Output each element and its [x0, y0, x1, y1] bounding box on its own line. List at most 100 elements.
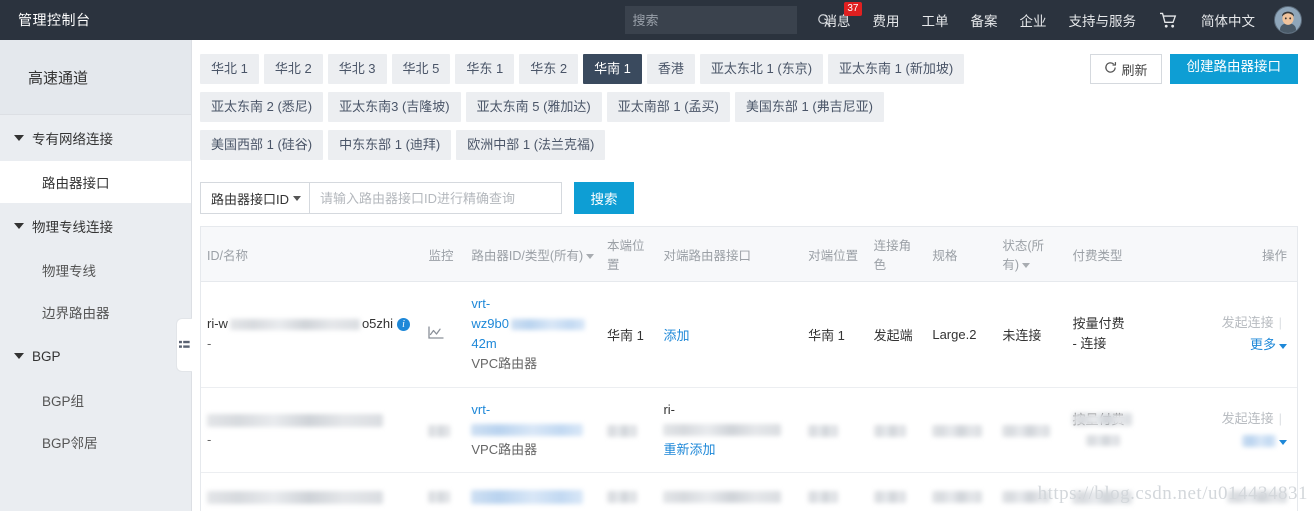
chevron-down-icon — [293, 195, 301, 201]
more-actions-link[interactable]: 更多 — [1250, 337, 1276, 352]
region-tab-line-3: 美国西部 1 (硅谷) 中东东部 1 (迪拜) 欧洲中部 1 (法兰克福) — [200, 130, 1080, 168]
router-type: VPC路由器 — [471, 356, 538, 372]
global-search-input[interactable] — [624, 7, 817, 33]
main-content: 华北 1 华北 2 华北 3 华北 5 华东 1 华东 2 华南 1 香港 亚太… — [192, 40, 1314, 511]
line-chart-icon[interactable] — [428, 326, 445, 343]
sidebar-item-physical-line[interactable]: 物理专线 — [0, 249, 191, 291]
router-id-line1[interactable]: vrt- — [471, 400, 595, 420]
region-tab-us-west-1[interactable]: 美国西部 1 (硅谷) — [200, 130, 324, 160]
redacted-id-mask — [207, 413, 383, 427]
cell-local-location — [600, 472, 658, 511]
router-id-suffix[interactable]: 42m — [471, 336, 496, 351]
cell-local-location — [600, 387, 658, 473]
sidebar-group-vpc-connection[interactable]: 专有网络连接 — [0, 115, 191, 161]
router-id-stack: vrt- VPC路由器 — [471, 400, 595, 460]
refresh-button[interactable]: 刷新 — [1090, 54, 1162, 84]
nav-item-messages[interactable]: 消息 37 — [813, 0, 862, 40]
col-router-id-type[interactable]: 路由器ID/类型(所有) — [465, 227, 601, 282]
initiate-connection-link[interactable]: 发起连接 — [1222, 315, 1274, 330]
col-status[interactable]: 状态(所有) — [996, 227, 1067, 282]
sidebar-item-bgp-peer[interactable]: BGP邻居 — [0, 421, 191, 463]
region-tab-line-2: 亚太东南 2 (悉尼) 亚太东南3 (吉隆坡) 亚太东南 5 (雅加达) 亚太南… — [200, 92, 1080, 130]
avatar[interactable] — [1274, 6, 1302, 34]
top-nav-right-group: 消息 37 费用 工单 备案 企业 支持与服务 — [624, 0, 1314, 40]
region-tab-huabei-1[interactable]: 华北 1 — [200, 54, 259, 84]
region-tab-hongkong[interactable]: 香港 — [646, 54, 695, 84]
id-cell-stack: - — [207, 410, 416, 450]
region-tab-huadong-2[interactable]: 华东 2 — [519, 54, 579, 84]
sidebar-item-label: 路由器接口 — [42, 176, 110, 191]
add-peer-link[interactable]: 添加 — [663, 328, 689, 343]
region-tab-ap-southeast-1[interactable]: 亚太东南 1 (新加坡) — [828, 54, 965, 84]
nav-item-billing[interactable]: 费用 — [862, 0, 911, 40]
region-tab-ap-southeast-5[interactable]: 亚太东南 5 (雅加达) — [465, 92, 602, 122]
region-tab-huabei-5[interactable]: 华北 5 — [391, 54, 451, 84]
col-router-id-type-label: 路由器ID/类型(所有) — [471, 248, 584, 263]
table-row: ri-w o5zhi i - vrt- wz9b042m VPC路由器 华南 1… — [201, 281, 1297, 388]
nav-item-icp[interactable]: 备案 — [960, 0, 1009, 40]
redacted-peer-location-mask — [808, 491, 839, 504]
row-id-suffix: o5zhi — [361, 316, 394, 332]
nav-item-language[interactable]: 简体中文 — [1190, 0, 1266, 40]
col-billing-type: 付费类型 — [1066, 227, 1184, 282]
region-tab-huabei-2[interactable]: 华北 2 — [263, 54, 323, 84]
region-tab-huadong-1[interactable]: 华东 1 — [455, 54, 515, 84]
cell-monitor — [422, 281, 466, 388]
redacted-ops-mask — [1227, 490, 1287, 503]
chevron-down-icon — [1279, 344, 1287, 350]
region-tab-ap-southeast-3[interactable]: 亚太东南3 (吉隆坡) — [328, 92, 461, 122]
router-interface-table: ID/名称 监控 路由器ID/类型(所有) 本端位置 对端路由器接口 对端位置 … — [200, 226, 1298, 511]
body-layout: 高速通道 专有网络连接 路由器接口 物理专线连接 物理专线 边界路由器 BGP — [0, 40, 1314, 511]
cell-peer-router-interface: ri- 重新添加 — [657, 387, 803, 473]
region-tab-huanan-1[interactable]: 华南 1 — [583, 54, 642, 84]
sidebar-item-border-router[interactable]: 边界路由器 — [0, 291, 191, 333]
nav-item-tickets[interactable]: 工单 — [911, 0, 960, 40]
redacted-peer-id-mask — [663, 424, 782, 437]
sidebar-item-label: BGP邻居 — [42, 436, 98, 451]
cell-monitor — [422, 387, 466, 473]
sidebar-group-bgp[interactable]: BGP — [0, 333, 191, 379]
region-tab-rows: 华北 1 华北 2 华北 3 华北 5 华东 1 华东 2 华南 1 香港 亚太… — [200, 54, 1080, 168]
collapse-menu-icon — [179, 338, 190, 353]
id-cell-stack: ri-w o5zhi i - — [207, 314, 416, 354]
router-type: VPC路由器 — [471, 441, 538, 457]
redacted-router-id-mask — [471, 489, 584, 504]
region-tab-eu-central-1[interactable]: 欧洲中部 1 (法兰克福) — [456, 130, 606, 160]
cell-id-name — [201, 472, 423, 511]
region-tab-us-east-1[interactable]: 美国东部 1 (弗吉尼亚) — [734, 92, 885, 122]
global-search-box[interactable] — [624, 6, 831, 34]
redacted-peer-id-mask — [663, 491, 782, 504]
language-label: 简体中文 — [1201, 14, 1255, 29]
nav-item-label: 支持与服务 — [1068, 14, 1137, 29]
region-tab-ap-northeast-1[interactable]: 亚太东北 1 (东京) — [699, 54, 824, 84]
router-id-line2[interactable]: wz9b0 — [471, 316, 509, 331]
chevron-down-icon — [14, 223, 24, 229]
initiate-connection-link[interactable]: 发起连接 — [1222, 411, 1274, 426]
redacted-peer-location-mask — [808, 424, 839, 437]
cell-local-location: 华南 1 — [600, 281, 658, 388]
filter-type-select[interactable]: 路由器接口ID — [200, 182, 310, 214]
sidebar-item-router-interface[interactable]: 路由器接口 — [0, 161, 191, 203]
region-tab-huabei-3[interactable]: 华北 3 — [327, 54, 387, 84]
shopping-cart-icon[interactable] — [1147, 12, 1190, 29]
sidebar-collapse-handle[interactable] — [176, 318, 192, 372]
sidebar-item-bgp-group[interactable]: BGP组 — [0, 379, 191, 421]
filter-search-input[interactable] — [310, 182, 562, 214]
region-tab-ap-southeast-2[interactable]: 亚太东南 2 (悉尼) — [200, 92, 324, 122]
sidebar-group-physical-line[interactable]: 物理专线连接 — [0, 203, 191, 249]
nav-item-support[interactable]: 支持与服务 — [1058, 0, 1148, 40]
re-add-peer-link[interactable]: 重新添加 — [663, 440, 796, 460]
nav-item-enterprise[interactable]: 企业 — [1009, 0, 1058, 40]
peer-id-prefix: ri- — [663, 401, 675, 417]
create-router-interface-button[interactable]: 创建路由器接口 — [1169, 54, 1298, 84]
filter-search-button[interactable]: 搜索 — [574, 182, 634, 214]
cell-router-id-type: vrt- VPC路由器 — [465, 387, 601, 473]
info-icon[interactable]: i — [397, 318, 411, 332]
region-tab-me-east-1[interactable]: 中东东部 1 (迪拜) — [328, 130, 452, 160]
refresh-label: 刷新 — [1121, 62, 1148, 78]
region-tab-ap-south-1[interactable]: 亚太南部 1 (孟买) — [606, 92, 730, 122]
router-id-line1[interactable]: vrt- — [471, 294, 595, 314]
chevron-down-icon — [14, 353, 24, 359]
col-peer-router-interface: 对端路由器接口 — [657, 227, 803, 282]
sidebar: 高速通道 专有网络连接 路由器接口 物理专线连接 物理专线 边界路由器 BGP — [0, 40, 192, 511]
